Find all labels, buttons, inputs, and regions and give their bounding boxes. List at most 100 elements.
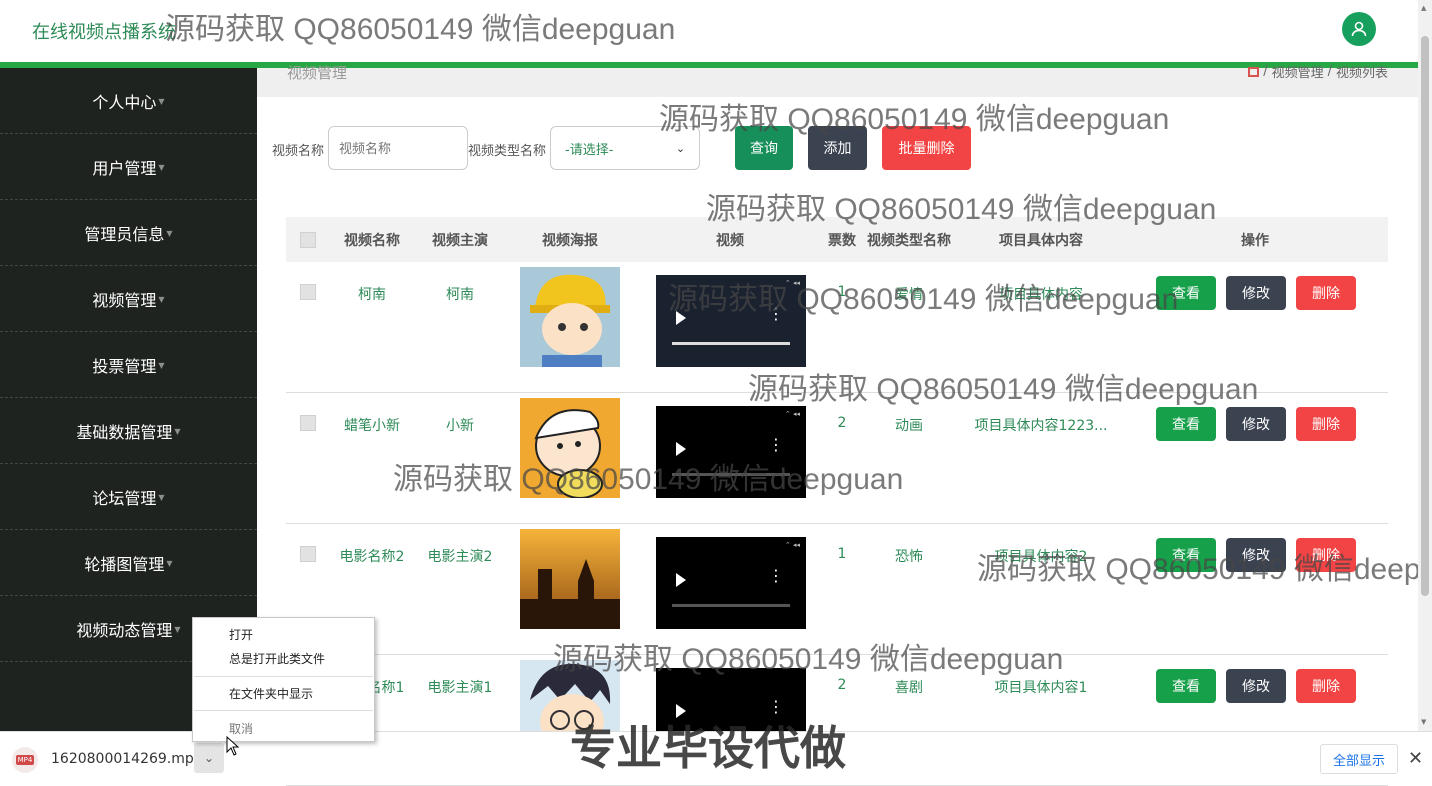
- row-checkbox[interactable]: [300, 546, 316, 562]
- row-checkbox[interactable]: [300, 284, 316, 300]
- menu-item-show-in-folder[interactable]: 在文件夹中显示: [229, 685, 313, 702]
- caret-down-icon: ▼: [166, 229, 173, 238]
- sidebar-item-users[interactable]: 用户管理 ▼: [0, 134, 257, 200]
- video-actor[interactable]: 小新: [420, 415, 500, 435]
- watermark: 源码获取 QQ86050149 微信deepguan: [706, 193, 1217, 226]
- menu-item-open[interactable]: 打开: [229, 626, 253, 643]
- more-options-icon[interactable]: ⋮: [768, 568, 784, 584]
- view-button[interactable]: 查看: [1156, 669, 1216, 703]
- column-header: 视频海报: [542, 232, 598, 249]
- row-checkbox[interactable]: [300, 415, 316, 431]
- column-header: 操作: [1241, 232, 1269, 249]
- more-options-icon[interactable]: ⋮: [768, 699, 784, 715]
- caret-down-icon: ▼: [158, 493, 165, 502]
- watermark: 源码获取 QQ86050149 微信deepguan: [553, 643, 1064, 676]
- play-icon[interactable]: [676, 573, 686, 587]
- delete-button[interactable]: 删除: [1296, 407, 1356, 441]
- close-icon[interactable]: ✕: [1408, 748, 1423, 769]
- sidebar-item-forum[interactable]: 论坛管理 ▼: [0, 464, 257, 530]
- column-header: 项目具体内容: [999, 232, 1083, 249]
- caret-down-icon: ▼: [158, 97, 165, 106]
- menu-divider: [194, 676, 373, 677]
- video-actor[interactable]: 电影主演2: [420, 546, 500, 566]
- video-controls-icon: ⌃ ◂◂: [784, 410, 800, 418]
- poster-image: [520, 267, 620, 367]
- delete-button[interactable]: 删除: [1296, 276, 1356, 310]
- column-header: 视频名称: [344, 232, 400, 249]
- video-file-icon: MP4: [12, 747, 38, 773]
- edit-button[interactable]: 修改: [1226, 669, 1286, 703]
- type-label: 视频类型名称: [468, 144, 547, 159]
- column-header: 视频主演: [432, 232, 488, 249]
- delete-button[interactable]: 删除: [1296, 669, 1356, 703]
- page-title: 视频管理: [287, 64, 348, 82]
- poster-image: [520, 529, 620, 629]
- watermark-banner: 专业毕设代做: [570, 721, 846, 775]
- watermark: 源码获取 QQ86050149 微信deepguan: [393, 463, 904, 496]
- sidebar-item-carousel[interactable]: 轮播图管理 ▼: [0, 530, 257, 596]
- watermark: 源码获取 QQ86050149 微信deepguan: [659, 103, 1170, 136]
- video-actor[interactable]: 电影主演1: [420, 677, 500, 697]
- progress-bar[interactable]: [672, 604, 790, 607]
- content-text: 项目具体内容1: [994, 680, 1088, 696]
- vote-count: 1: [837, 546, 847, 562]
- video-actor[interactable]: 柯南: [420, 284, 500, 304]
- column-header: 票数: [828, 232, 856, 249]
- video-type: 喜剧: [895, 680, 923, 696]
- column-header: 视频: [716, 232, 744, 249]
- sidebar-item-votes[interactable]: 投票管理 ▼: [0, 332, 257, 398]
- breadcrumb: 视频管理 / 视频管理 / 视频列表: [257, 64, 1418, 97]
- content-text: 项目具体内容1223...: [974, 418, 1108, 434]
- breadcrumb-item[interactable]: 视频管理: [1272, 62, 1324, 81]
- breadcrumb-item: 视频列表: [1335, 66, 1388, 81]
- video-type: 动画: [895, 418, 923, 434]
- show-all-button[interactable]: 全部显示: [1320, 744, 1398, 774]
- sidebar-item-videos[interactable]: 视频管理 ▼: [0, 266, 257, 332]
- watermark: 源码获取 QQ86050149 微信deepguan: [977, 553, 1418, 586]
- video-name[interactable]: 蜡笔小新: [330, 415, 414, 435]
- menu-item-always-open[interactable]: 总是打开此类文件: [229, 650, 325, 667]
- watermark: 源码获取 QQ86050149 微信deepguan: [748, 373, 1259, 406]
- home-icon[interactable]: [1248, 66, 1260, 77]
- caret-down-icon: ▼: [158, 361, 165, 370]
- video-controls-icon: ⌃ ◂◂: [784, 541, 800, 549]
- scroll-up-icon[interactable]: ▲: [1421, 4, 1426, 12]
- watermark: 源码获取 QQ86050149 微信deepguan: [165, 13, 676, 46]
- video-type: 恐怖: [895, 549, 923, 565]
- vote-count: 2: [837, 415, 847, 431]
- select-all-checkbox[interactable]: [300, 232, 316, 248]
- more-options-icon[interactable]: ⋮: [768, 437, 784, 453]
- edit-button[interactable]: 修改: [1226, 407, 1286, 441]
- sidebar-item-base-data[interactable]: 基础数据管理 ▼: [0, 398, 257, 464]
- caret-down-icon: ▼: [166, 559, 173, 568]
- name-label: 视频名称: [272, 144, 325, 159]
- video-name-input[interactable]: [328, 126, 469, 170]
- download-file-name[interactable]: 1620800014269.mp4: [51, 751, 203, 767]
- video-name[interactable]: 电影名称2: [330, 546, 414, 566]
- caret-down-icon: ▼: [174, 625, 181, 634]
- menu-divider: [194, 710, 373, 711]
- chevron-down-icon: ⌄: [675, 141, 686, 155]
- scroll-down-icon[interactable]: ▼: [1421, 718, 1426, 726]
- watermark: 源码获取 QQ86050149 微信deepguan: [668, 283, 1179, 316]
- sidebar-item-personal-center[interactable]: 个人中心 ▼: [0, 68, 257, 134]
- column-header: 视频类型名称: [867, 232, 951, 249]
- mouse-cursor-icon: [226, 736, 240, 756]
- sidebar-item-admins[interactable]: 管理员信息 ▼: [0, 200, 257, 266]
- progress-bar[interactable]: [672, 342, 790, 345]
- scroll-thumb[interactable]: [1421, 36, 1429, 596]
- download-context-menu: 打开 总是打开此类文件 在文件夹中显示 取消: [192, 617, 375, 742]
- edit-button[interactable]: 修改: [1226, 276, 1286, 310]
- caret-down-icon: ▼: [174, 427, 181, 436]
- user-avatar-icon[interactable]: [1342, 12, 1376, 46]
- view-button[interactable]: 查看: [1156, 407, 1216, 441]
- page-scrollbar[interactable]: ▲ ▼: [1418, 0, 1432, 731]
- menu-item-cancel[interactable]: 取消: [229, 720, 253, 737]
- app-title: 在线视频点播系统: [32, 22, 176, 43]
- chevron-down-icon: ⌄: [203, 751, 215, 765]
- caret-down-icon: ▼: [158, 295, 165, 304]
- download-options-button[interactable]: ⌄: [194, 743, 224, 773]
- video-name[interactable]: 柯南: [330, 284, 414, 304]
- video-player[interactable]: ⌃ ◂◂ ⋮: [656, 537, 806, 629]
- vote-count: 2: [837, 677, 847, 693]
